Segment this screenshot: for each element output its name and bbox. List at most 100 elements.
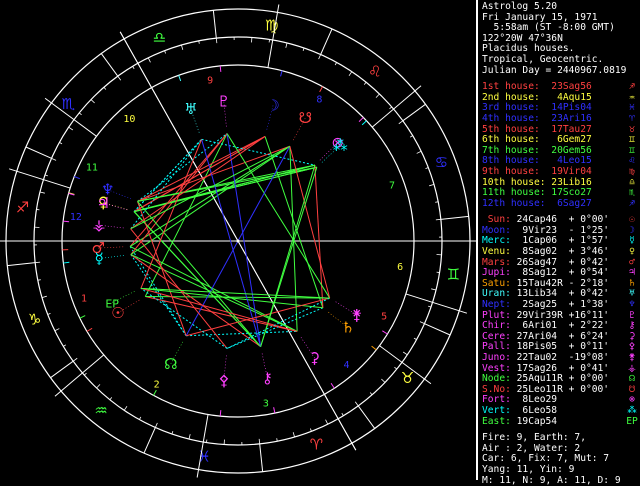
degree-tick bbox=[410, 136, 413, 138]
degree-tick bbox=[73, 358, 77, 361]
center-point bbox=[237, 240, 240, 243]
planet-name: Pall: bbox=[482, 341, 517, 352]
degree-tick bbox=[399, 121, 403, 124]
zodiac-sign-icon: ♒ bbox=[94, 402, 107, 420]
degree-tick bbox=[42, 296, 47, 297]
sign-divider bbox=[321, 29, 332, 55]
degree-tick bbox=[110, 397, 112, 399]
sign-icon: ♐ bbox=[626, 199, 638, 210]
degree-tick bbox=[118, 76, 121, 80]
aspect-line bbox=[290, 146, 297, 331]
house-text: 9th house: 19Vir04 bbox=[482, 167, 592, 178]
zodiac-sign-icon: ♐ bbox=[16, 198, 29, 216]
house-number-label: 12 bbox=[70, 212, 82, 223]
planet-name: Plut: bbox=[482, 310, 517, 321]
planet-icon: EP bbox=[626, 417, 638, 428]
panel-divider bbox=[476, 0, 478, 480]
planet-tick bbox=[331, 383, 334, 388]
planet-name: Vest: bbox=[482, 363, 517, 374]
sign-divider bbox=[51, 361, 74, 377]
planet-name: S.No: bbox=[482, 384, 517, 395]
planet-glyph-icon: EP bbox=[105, 297, 119, 310]
degree-tick bbox=[277, 438, 278, 441]
degree-tick bbox=[48, 313, 51, 314]
planet-position: 1Cap06 + 1°57' bbox=[517, 235, 609, 246]
planet-position: 24Cap46 + 0°00' bbox=[517, 214, 609, 225]
aspect-line bbox=[138, 146, 290, 201]
degree-tick bbox=[124, 406, 127, 410]
degree-tick bbox=[189, 434, 190, 439]
aspect-line bbox=[261, 167, 317, 346]
planet-tick bbox=[74, 176, 80, 178]
header-block: Astrolog 5.20 Fri January 15, 1971 5:58a… bbox=[482, 2, 638, 76]
planet-name: Juno: bbox=[482, 352, 517, 363]
degree-tick bbox=[414, 338, 417, 339]
house-cusp-list: 1st house: 23Sag56♐2nd house: 4Aqu15♒3rd… bbox=[482, 82, 638, 209]
sign-divider bbox=[358, 406, 374, 429]
zodiac-sign-icon: ♎ bbox=[153, 29, 166, 47]
degree-tick bbox=[403, 352, 407, 355]
planet-position: 18Pis05 + 0°11' bbox=[517, 341, 609, 352]
degree-tick bbox=[40, 192, 45, 193]
degree-tick bbox=[389, 107, 391, 109]
planet-position: 8Leo29 bbox=[517, 394, 563, 405]
degree-tick bbox=[436, 219, 441, 220]
sign-divider bbox=[441, 216, 469, 219]
degree-tick bbox=[38, 280, 41, 281]
sign-divider bbox=[144, 428, 155, 454]
house-number-label: 2 bbox=[154, 379, 160, 390]
degree-tick bbox=[69, 127, 73, 130]
degree-tick bbox=[84, 373, 86, 375]
wheel-svg: ♈♉♊♋♌♍♎♏♐♑♒♓123456789101112♂☉☿♀♃♆♄♅♇☽☊☋⚷… bbox=[0, 0, 476, 480]
planet-tick bbox=[80, 316, 85, 319]
degree-tick bbox=[35, 262, 40, 263]
aspect-line bbox=[131, 146, 290, 229]
info-panel: Astrolog 5.20 Fri January 15, 1971 5:58a… bbox=[482, 2, 638, 478]
planet-tick bbox=[281, 71, 283, 77]
aspect-line bbox=[202, 139, 315, 165]
degree-tick bbox=[79, 113, 81, 115]
planet-position: 19Cap54 bbox=[517, 416, 563, 427]
house-cusp-line bbox=[372, 86, 421, 127]
house-cusp-line bbox=[197, 414, 208, 477]
sign-divider bbox=[425, 324, 451, 335]
aspect-line bbox=[227, 134, 261, 347]
house-number-label: 4 bbox=[344, 360, 350, 371]
planet-name: Cere: bbox=[482, 331, 517, 342]
degree-tick bbox=[429, 184, 434, 185]
planet-position: 22Tau02 -19°08' bbox=[517, 352, 609, 363]
house-cusp-line bbox=[268, 5, 279, 68]
aspect-line bbox=[138, 167, 317, 201]
planet-tick bbox=[63, 221, 69, 222]
degree-tick bbox=[326, 420, 328, 424]
chart-wheel: ♈♉♊♋♌♍♎♏♐♑♒♓123456789101112♂☉☿♀♃♆♄♅♇☽☊☋⚷… bbox=[0, 0, 476, 480]
planet-position-list: Sun: 24Cap46 + 0°00'☉Moon: 9Vir23 - 1°25… bbox=[482, 215, 638, 427]
aspect-line bbox=[131, 255, 186, 336]
planet-name: Fort: bbox=[482, 394, 517, 405]
degree-tick bbox=[148, 58, 150, 62]
planet-position: 6Leo58 bbox=[517, 405, 563, 416]
degree-tick bbox=[172, 431, 173, 434]
sign-divider bbox=[26, 147, 52, 158]
program-title: Astrolog 5.20 bbox=[482, 2, 638, 13]
planet-icon: ⚵ bbox=[626, 353, 638, 364]
degree-tick bbox=[420, 322, 425, 324]
aspect-line bbox=[227, 308, 323, 349]
degree-tick bbox=[55, 329, 59, 331]
degree-tick bbox=[370, 392, 372, 394]
house-number-label: 10 bbox=[123, 114, 135, 125]
house-number-label: 9 bbox=[207, 75, 213, 86]
aspect-line bbox=[227, 134, 330, 299]
zodiac-sign-icon: ♊ bbox=[447, 266, 460, 284]
degree-tick bbox=[97, 384, 100, 388]
planet-name: Node: bbox=[482, 373, 517, 384]
degree-tick bbox=[364, 82, 366, 84]
sign-icon: ♈ bbox=[626, 114, 638, 125]
planet-position: 8Sag12 + 0°54' bbox=[517, 267, 609, 278]
planet-name: Venu: bbox=[482, 246, 517, 257]
degree-tick bbox=[45, 175, 48, 176]
julian-day: Julian Day = 2440967.0819 bbox=[482, 66, 638, 77]
degree-tick bbox=[394, 367, 396, 369]
house-number-label: 6 bbox=[397, 262, 403, 273]
aspect-line bbox=[138, 201, 261, 346]
